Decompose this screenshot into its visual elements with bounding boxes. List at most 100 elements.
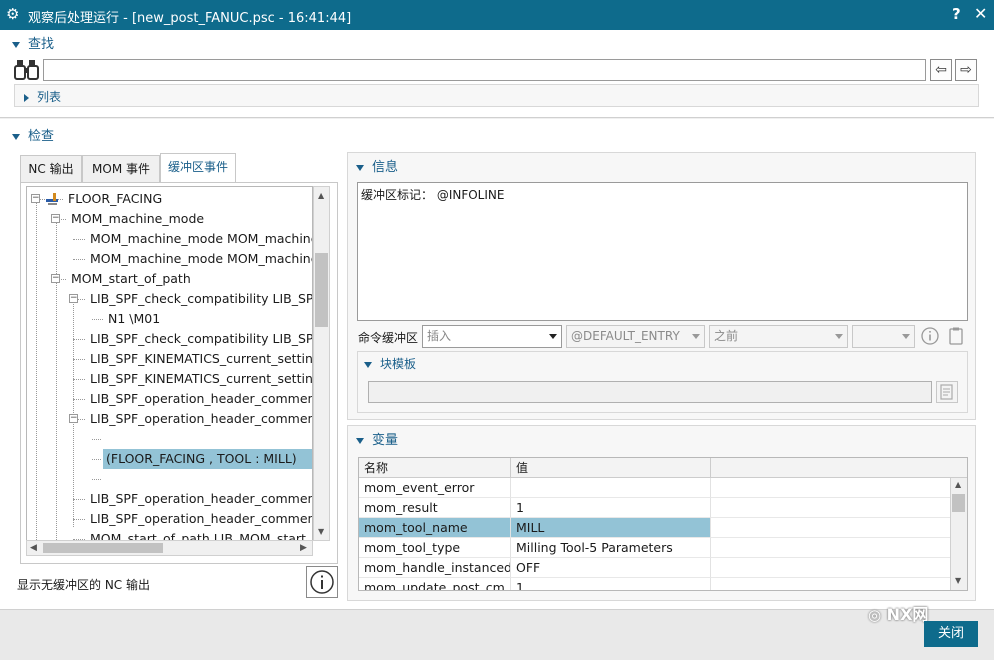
- clipboard-icon[interactable]: [945, 325, 967, 347]
- block-template-input[interactable]: [368, 381, 932, 403]
- tree-collapse-icon[interactable]: −: [51, 214, 60, 223]
- variable-name-cell[interactable]: mom_event_error: [359, 478, 511, 498]
- tree-item[interactable]: MOM_machine_mode: [68, 209, 207, 229]
- scroll-right-icon[interactable]: ▶: [300, 543, 307, 553]
- scroll-up-icon[interactable]: ▲: [955, 480, 961, 489]
- tree-item[interactable]: LIB_SPF_operation_header_comment LIB_SPF: [87, 489, 312, 509]
- scroll-thumb[interactable]: [315, 253, 328, 327]
- variable-value-cell[interactable]: 1: [511, 498, 711, 518]
- help-button[interactable]: ?: [952, 5, 961, 23]
- tree-connector: [92, 479, 101, 480]
- find-previous-icon[interactable]: ⇦: [930, 59, 952, 81]
- close-window-button[interactable]: ✕: [974, 4, 987, 23]
- extra-select[interactable]: [852, 325, 915, 348]
- buffer-event-tree: FLOOR_FACING MOM_machine_mode MOM_machine_…: [26, 186, 313, 541]
- operation-icon: [45, 192, 61, 206]
- tree-connector: [73, 399, 85, 400]
- scroll-thumb[interactable]: [43, 543, 163, 553]
- collapse-triangle-icon: [12, 41, 20, 48]
- tree-item[interactable]: LIB_SPF_KINEMATICS_current_setting LIB_S…: [87, 369, 312, 389]
- tree-guide-line: [56, 217, 57, 540]
- tree-connector: [73, 499, 85, 500]
- info-text-area[interactable]: 缓冲区标记： @INFOLINE: [357, 182, 968, 321]
- find-header[interactable]: 查找: [12, 33, 54, 52]
- variable-extra-cell: [711, 558, 951, 578]
- show-unbuffered-nc-label[interactable]: 显示无缓冲区的 NC 输出: [17, 576, 150, 593]
- scroll-left-icon[interactable]: ◀: [30, 543, 37, 553]
- column-header-name[interactable]: 名称: [359, 458, 511, 478]
- insert-select[interactable]: 插入: [422, 325, 562, 348]
- entry-select[interactable]: @DEFAULT_ENTRY: [566, 325, 705, 348]
- variable-name-cell[interactable]: mom_update_post_cm...: [359, 578, 511, 590]
- footer-bar: [0, 609, 994, 660]
- variable-name-cell[interactable]: mom_handle_instanced...: [359, 558, 511, 578]
- variable-extra-cell: [711, 518, 951, 538]
- scroll-up-icon[interactable]: ▲: [318, 191, 324, 200]
- tree-horizontal-scrollbar[interactable]: ◀ ▶: [26, 540, 313, 556]
- column-header-empty: [711, 458, 967, 478]
- variable-value-cell[interactable]: 1: [511, 578, 711, 590]
- tree-item[interactable]: LIB_SPF_operation_header_comment LIB_SPF: [87, 509, 312, 529]
- column-header-value[interactable]: 值: [511, 458, 711, 478]
- find-input[interactable]: [43, 59, 926, 81]
- tree-collapse-icon[interactable]: −: [31, 194, 40, 203]
- tree-item[interactable]: [103, 429, 109, 449]
- list-header[interactable]: 列表: [24, 88, 61, 105]
- tree-vertical-scrollbar[interactable]: ▲ ▼: [313, 186, 330, 541]
- command-buffer-label: 命令缓冲区: [358, 331, 419, 345]
- info-text: 缓冲区标记： @INFOLINE: [361, 188, 505, 202]
- variable-extra-cell: [711, 538, 951, 558]
- block-template-header[interactable]: 块模板: [364, 355, 416, 372]
- scroll-thumb[interactable]: [952, 494, 965, 512]
- tree-item[interactable]: MOM_start_of_path: [68, 269, 194, 289]
- tab-mom-events[interactable]: MOM 事件: [82, 155, 160, 182]
- tab-nc-output[interactable]: NC 输出: [20, 155, 82, 182]
- chevron-down-icon: [835, 334, 843, 339]
- title-bar: ⚙ 观察后处理运行 - [new_post_FANUC.psc - 16:41:…: [0, 0, 994, 30]
- tree-item[interactable]: [103, 469, 109, 489]
- position-select[interactable]: 之前: [709, 325, 848, 348]
- variable-value-cell[interactable]: Milling Tool-5 Parameters: [511, 538, 711, 558]
- gear-icon[interactable]: ⚙: [6, 6, 22, 22]
- watermark: ◎ NX网: [868, 605, 929, 624]
- inspect-header[interactable]: 检查: [12, 125, 54, 144]
- tree-connector: [92, 319, 103, 320]
- wechat-icon: ◎: [868, 606, 882, 624]
- variables-header[interactable]: 变量: [356, 429, 398, 448]
- variable-value-cell[interactable]: OFF: [511, 558, 711, 578]
- tree-item[interactable]: LIB_SPF_operation_header_comment HEADER: [87, 409, 312, 429]
- variables-scrollbar[interactable]: ▲ ▼: [950, 478, 967, 590]
- tree-collapse-icon[interactable]: −: [51, 274, 60, 283]
- window-title: 观察后处理运行 - [new_post_FANUC.psc - 16:41:44…: [28, 11, 352, 26]
- tree-item[interactable]: LIB_SPF_check_compatibility LIB_SPF_chec…: [87, 329, 312, 349]
- block-edit-icon[interactable]: [936, 381, 958, 403]
- variable-name-cell[interactable]: mom_result: [359, 498, 511, 518]
- tree-item[interactable]: FLOOR_FACING: [65, 189, 165, 209]
- tree-item[interactable]: MOM_machine_mode MOM_machine_mode: [87, 229, 312, 249]
- tree-item[interactable]: LIB_SPF_check_compatibility LIB_SPF_chec…: [87, 289, 312, 309]
- variable-name-cell[interactable]: mom_tool_name: [359, 518, 511, 538]
- chevron-down-icon: [692, 334, 700, 339]
- tree-item[interactable]: LIB_SPF_operation_header_comment LIB_SPF: [87, 389, 312, 409]
- variable-name-cell[interactable]: mom_tool_type: [359, 538, 511, 558]
- info-button[interactable]: [306, 566, 338, 598]
- buffer-info-icon[interactable]: [919, 325, 941, 347]
- variable-extra-cell: [711, 498, 951, 518]
- tree-item[interactable]: LIB_SPF_KINEMATICS_current_setting LIB_S…: [87, 349, 312, 369]
- close-button[interactable]: 关闭: [924, 621, 978, 647]
- tree-collapse-icon[interactable]: −: [69, 414, 78, 423]
- scroll-down-icon[interactable]: ▼: [955, 576, 961, 585]
- tree-collapse-icon[interactable]: −: [69, 294, 78, 303]
- list-subsection: [14, 84, 979, 107]
- tree-item[interactable]: MOM_machine_mode MOM_machine_mode: [87, 249, 312, 269]
- tab-buffer-events[interactable]: 缓冲区事件: [160, 153, 236, 183]
- variable-value-cell[interactable]: [511, 478, 711, 498]
- variable-value-cell[interactable]: MILL: [511, 518, 711, 538]
- scroll-down-icon[interactable]: ▼: [318, 527, 324, 536]
- variables-table: 名称值 mom_event_error mom_result 1 mom_tool_na…: [358, 457, 968, 591]
- info-header[interactable]: 信息: [356, 156, 398, 175]
- tree-item[interactable]: N1 \M01: [105, 309, 163, 329]
- tree-item-selected[interactable]: (FLOOR_FACING , TOOL : MILL): [103, 449, 312, 469]
- tree-connector: [73, 379, 85, 380]
- find-next-icon[interactable]: ⇨: [955, 59, 977, 81]
